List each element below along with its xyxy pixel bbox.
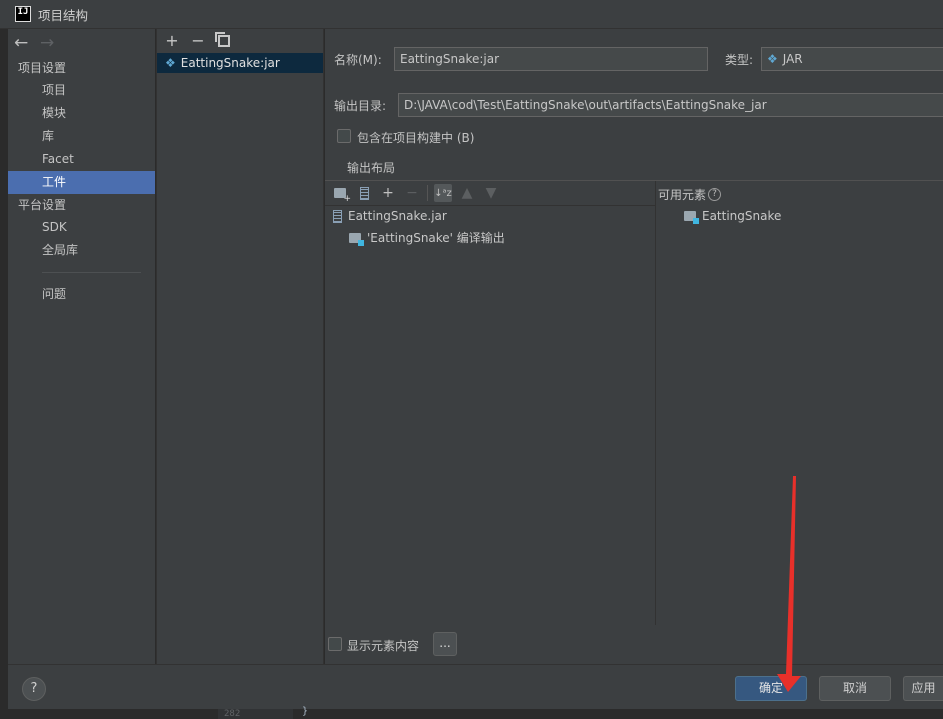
move-up-icon[interactable]: ▲ (458, 184, 476, 202)
create-archive-icon[interactable] (355, 184, 373, 202)
add-artifact-icon[interactable]: + (164, 33, 180, 49)
jar-type-icon: ❖ (767, 52, 778, 66)
type-select-value: JAR (782, 52, 803, 66)
nav-item-libraries[interactable]: 库 (8, 125, 155, 148)
artifact-item[interactable]: ❖ EattingSnake:jar (157, 53, 323, 73)
layout-splitter[interactable] (655, 181, 656, 625)
nav-item-problems[interactable]: 问题 (8, 283, 155, 306)
editor-background (0, 709, 943, 719)
intellij-logo-icon: IJ (15, 6, 31, 22)
layout-toolbar: + − ↓ᵃz ▲ ▼ (325, 181, 655, 206)
nav-item-project[interactable]: 项目 (8, 79, 155, 102)
nav-section-platform-settings: 平台设置 (18, 198, 67, 212)
layout-tree-label: EattingSnake.jar (348, 209, 447, 223)
jar-artifact-icon: ❖ (165, 56, 176, 70)
output-dir-label: 输出目录: (334, 99, 387, 113)
move-down-icon[interactable]: ▼ (482, 184, 500, 202)
nav-item-artifacts[interactable]: 工件 (8, 171, 155, 194)
show-content-label: 显示元素内容 (347, 639, 420, 653)
type-label: 类型: (725, 53, 754, 67)
title-bar: IJ 项目结构 (0, 0, 943, 29)
artifacts-list-pane: + − ❖ EattingSnake:jar (156, 29, 324, 664)
output-dir-input[interactable]: D:\JAVA\cod\Test\EattingSnake\out\artifa… (398, 93, 943, 117)
jar-archive-icon (333, 209, 342, 223)
include-in-build-checkbox[interactable] (337, 129, 351, 143)
layout-tree-label: 'EattingSnake' 编译输出 (367, 231, 505, 245)
artifacts-toolbar: + − (157, 29, 323, 53)
add-element-icon[interactable]: + (379, 184, 397, 202)
nav-section-project-settings: 项目设置 (18, 61, 67, 75)
line-number: 282 (224, 709, 241, 719)
dialog-footer: ? 确定 取消 应用 (8, 664, 943, 709)
code-brace: } (302, 706, 309, 717)
cancel-button[interactable]: 取消 (819, 676, 891, 701)
copy-artifact-icon[interactable] (215, 32, 230, 47)
layout-tree-row[interactable]: EattingSnake.jar (333, 209, 447, 223)
create-directory-icon[interactable] (331, 184, 351, 204)
output-layout-title: 输出布局 (347, 161, 396, 175)
artifact-config-pane: 名称(M): EattingSnake:jar 类型: ❖ JAR 输出目录: D… (325, 29, 943, 664)
nav-divider (42, 272, 141, 273)
help-circle-icon[interactable]: ? (708, 188, 722, 201)
nav-item-modules[interactable]: 模块 (8, 102, 155, 125)
nav-item-sdk[interactable]: SDK (8, 216, 155, 239)
available-elements-label: 可用元素 (658, 188, 707, 202)
nav-arrows: ← → (8, 29, 155, 57)
available-elements-title: 可用元素 ? (658, 186, 722, 203)
name-label: 名称(M): (334, 53, 382, 67)
more-options-button[interactable]: ... (433, 632, 457, 656)
include-in-build-label: 包含在项目构建中 (B) (357, 131, 475, 145)
editor-gutter: 282 (218, 709, 293, 719)
back-arrow-icon[interactable]: ← (14, 33, 40, 53)
help-button[interactable]: ? (22, 677, 46, 701)
artifact-item-label: EattingSnake:jar (180, 56, 280, 70)
remove-element-icon[interactable]: − (403, 184, 421, 202)
module-folder-icon (684, 211, 699, 224)
toolbar-divider (427, 185, 428, 201)
layout-tree-row[interactable]: 'EattingSnake' 编译输出 (349, 229, 505, 246)
apply-button[interactable]: 应用 (903, 676, 943, 701)
settings-nav: ← → 项目设置 项目 模块 库 Facet 工件 平台设置 SDK 全局库 问… (8, 29, 155, 664)
remove-artifact-icon[interactable]: − (190, 33, 206, 49)
window-title: 项目结构 (38, 7, 89, 23)
show-content-checkbox[interactable] (328, 637, 342, 651)
module-output-folder-icon (349, 232, 364, 246)
output-layout-area: + − ↓ᵃz ▲ ▼ EattingSnake.jar 'EattingSna… (325, 180, 943, 625)
forward-arrow-icon[interactable]: → (40, 33, 66, 53)
ok-button[interactable]: 确定 (735, 676, 807, 701)
nav-item-global-libraries[interactable]: 全局库 (8, 239, 155, 262)
available-element-row[interactable]: EattingSnake (684, 209, 782, 224)
type-select[interactable]: ❖ JAR (761, 47, 943, 71)
name-input[interactable]: EattingSnake:jar (394, 47, 708, 71)
nav-item-facet[interactable]: Facet (8, 148, 155, 171)
available-element-label: EattingSnake (702, 209, 782, 223)
sort-elements-icon[interactable]: ↓ᵃz (434, 184, 452, 202)
